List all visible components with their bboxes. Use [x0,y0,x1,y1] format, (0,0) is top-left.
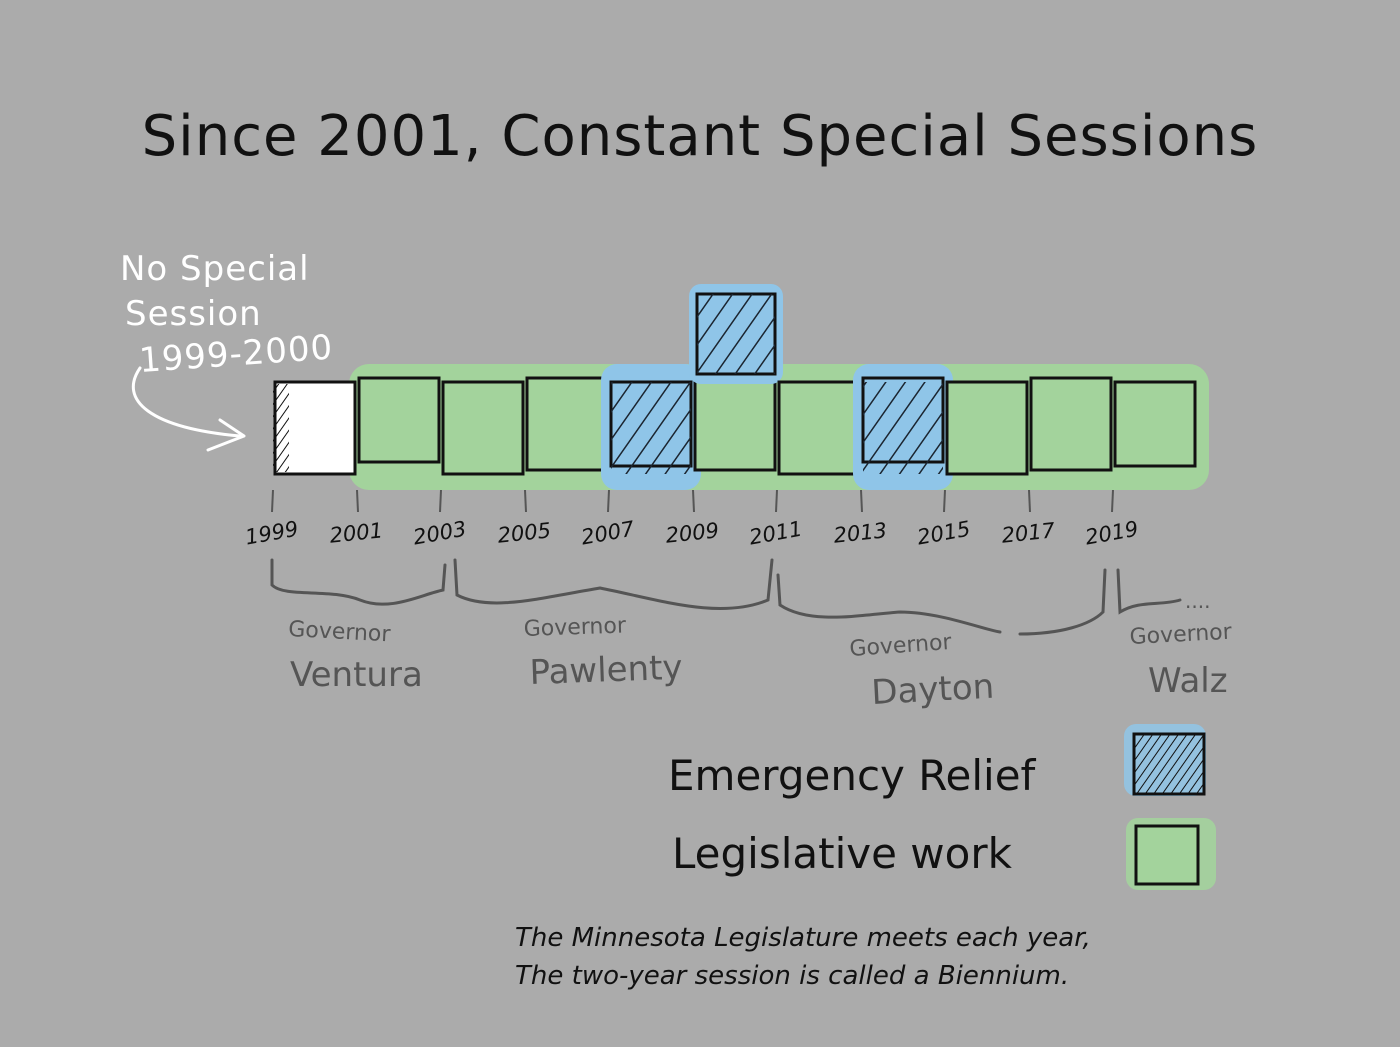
tick-2007 [607,489,610,513]
brace-pawlenty [453,558,774,610]
tick-2001 [356,489,359,513]
tick-label-2017: 2017 [1000,518,1056,548]
tick-label-2015: 2015 [915,517,972,550]
tick-label-2005: 2005 [496,518,552,547]
brace-walz-dots: .... [1185,589,1210,613]
tick-label-2001: 2001 [328,518,384,547]
governor-labels: Governor Ventura Governor Pawlenty Gover… [288,613,1234,713]
tick-2019 [1111,489,1114,513]
bar-2005 [525,376,609,472]
footnote: The Minnesota Legislature meets each yea… [515,923,1091,991]
bar-2015 [945,380,1029,476]
tick-label-2019: 2019 [1083,517,1140,550]
legend-legislative-swatch [1134,824,1200,886]
tick-2005 [524,489,527,513]
brace-dayton [776,568,1107,636]
footnote-line-2: The two-year session is called a Bienniu… [515,961,1069,991]
annotation-line-2: Session [125,294,262,334]
chart: Since 2001, Constant Special Sessions No… [120,104,1259,991]
bars-group [273,284,1209,490]
tick-label-2011: 2011 [747,517,804,550]
tick-2011 [775,489,778,513]
bar-2019 [1113,380,1197,468]
bar-2003 [441,380,525,476]
bar-emergency-hatch-2009 [697,294,775,374]
bar-none-edge-hatch [273,384,289,472]
legend-legislative-label: Legislative work [672,829,1013,878]
chart-title: Since 2001, Constant Special Sessions [142,104,1259,169]
governor-walz-label: Governor [1129,620,1233,650]
governor-ventura-label: Governor [288,617,392,647]
tick-2009 [692,489,695,513]
annotation-line-1: No Special [120,249,310,289]
legend: Emergency Relief Legislative work [668,724,1216,890]
tick-2013 [860,489,863,513]
tick-label-2013: 2013 [832,518,888,547]
tick-2017 [1028,489,1031,513]
tick-2015 [943,489,946,513]
bar-2017 [1029,376,1113,472]
bar-2009 [693,376,777,472]
annotation-line-3: 1999-2000 [138,328,335,381]
tick-2003 [439,489,442,513]
governor-dayton-label: Governor [849,630,954,662]
governor-braces: .... [270,558,1210,636]
tick-1999 [271,489,274,513]
governor-pawlenty-label: Governor [523,613,627,642]
brace-ventura [270,558,447,606]
governor-walz-name: Walz [1148,661,1228,701]
bar-2011 [777,380,861,476]
tick-label-2007: 2007 [579,517,636,550]
governor-pawlenty-name: Pawlenty [529,648,683,693]
tick-label-2003: 2003 [411,517,468,550]
legend-emergency-swatch [1132,732,1206,796]
bar-hatch-2007 [611,382,691,474]
governor-ventura-name: Ventura [290,655,423,695]
x-axis: 1999 2001 2003 2005 2007 2009 2011 2013 2015 2017… [243,489,1140,550]
footnote-line-1: The Minnesota Legislature meets each yea… [515,923,1091,953]
brace-walz [1116,568,1182,615]
bar-hatch-2013 [863,382,943,474]
bar-2001 [357,376,441,464]
tick-label-1999: 1999 [243,517,300,550]
legend-emergency-label: Emergency Relief [668,751,1037,800]
tick-label-2009: 2009 [664,518,720,547]
governor-dayton-name: Dayton [870,667,995,713]
